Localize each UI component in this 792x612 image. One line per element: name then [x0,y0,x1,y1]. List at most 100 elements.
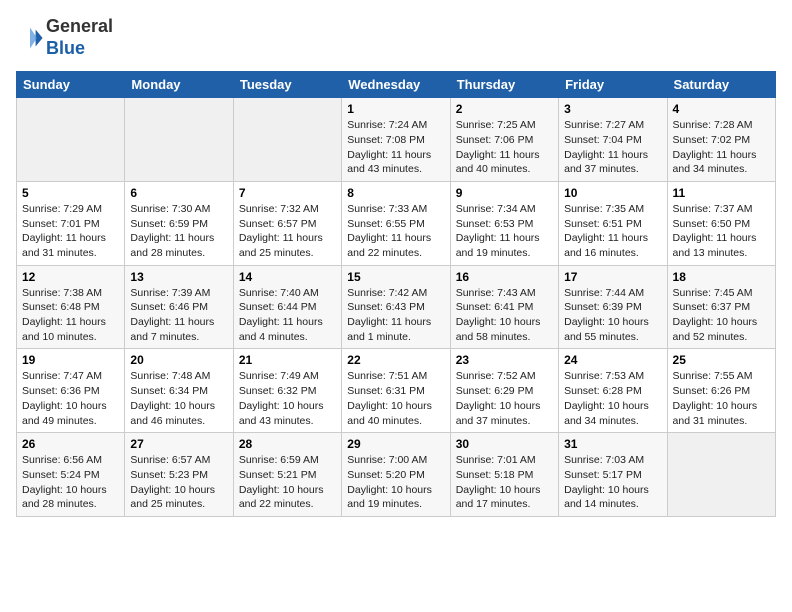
day-number: 21 [239,353,336,367]
calendar-cell [233,98,341,182]
day-number: 26 [22,437,119,451]
day-number: 19 [22,353,119,367]
day-number: 5 [22,186,119,200]
day-number: 11 [673,186,770,200]
day-number: 12 [22,270,119,284]
calendar-week-row: 12 Sunrise: 7:38 AM Sunset: 6:48 PM Dayli… [17,265,776,349]
day-info: Sunrise: 7:38 AM Sunset: 6:48 PM Dayligh… [22,286,119,345]
day-of-week-header: Sunday [17,72,125,98]
calendar-cell: 2Sunrise: 7:25 AM Sunset: 7:06 PM Daylig… [450,98,558,182]
calendar-cell: 18 Sunrise: 7:45 AM Sunset: 6:37 PM Dayli… [667,265,775,349]
day-number: 17 [564,270,661,284]
day-info: Sunrise: 7:33 AM Sunset: 6:55 PM Dayligh… [347,202,444,261]
day-number: 2 [456,102,553,116]
calendar-cell: 27Sunrise: 6:57 AM Sunset: 5:23 PM Dayli… [125,433,233,517]
day-info: Sunrise: 7:55 AM Sunset: 6:26 PM Dayligh… [673,369,770,428]
day-info: Sunrise: 7:00 AM Sunset: 5:20 PM Dayligh… [347,453,444,512]
day-number: 7 [239,186,336,200]
day-number: 24 [564,353,661,367]
day-of-week-header: Monday [125,72,233,98]
calendar-cell: 24 Sunrise: 7:53 AM Sunset: 6:28 PM Dayli… [559,349,667,433]
calendar-table: SundayMondayTuesdayWednesdayThursdayFrid… [16,71,776,517]
calendar-week-row: 5Sunrise: 7:29 AM Sunset: 7:01 PM Daylig… [17,181,776,265]
day-info: Sunrise: 7:52 AM Sunset: 6:29 PM Dayligh… [456,369,553,428]
calendar-cell: 8 Sunrise: 7:33 AM Sunset: 6:55 PM Daylig… [342,181,450,265]
calendar-cell: 16 Sunrise: 7:43 AM Sunset: 6:41 PM Dayli… [450,265,558,349]
calendar-cell: 30 Sunrise: 7:01 AM Sunset: 5:18 PM Dayli… [450,433,558,517]
calendar-cell: 29 Sunrise: 7:00 AM Sunset: 5:20 PM Dayli… [342,433,450,517]
day-number: 25 [673,353,770,367]
calendar-cell: 7 Sunrise: 7:32 AM Sunset: 6:57 PM Daylig… [233,181,341,265]
day-info: Sunrise: 7:37 AM Sunset: 6:50 PM Dayligh… [673,202,770,261]
day-number: 16 [456,270,553,284]
day-number: 10 [564,186,661,200]
calendar-cell: 17 Sunrise: 7:44 AM Sunset: 6:39 PM Dayli… [559,265,667,349]
day-info: Sunrise: 7:34 AM Sunset: 6:53 PM Dayligh… [456,202,553,261]
day-info: Sunrise: 7:01 AM Sunset: 5:18 PM Dayligh… [456,453,553,512]
day-number: 1 [347,102,444,116]
logo-blue-text: Blue [46,38,85,58]
day-number: 4 [673,102,770,116]
day-info: Sunrise: 7:53 AM Sunset: 6:28 PM Dayligh… [564,369,661,428]
calendar-cell: 12 Sunrise: 7:38 AM Sunset: 6:48 PM Dayli… [17,265,125,349]
calendar-cell: 26 Sunrise: 6:56 AM Sunset: 5:24 PM Dayli… [17,433,125,517]
day-number: 8 [347,186,444,200]
day-of-week-header: Saturday [667,72,775,98]
day-number: 13 [130,270,227,284]
calendar-cell: 4 Sunrise: 7:28 AM Sunset: 7:02 PM Daylig… [667,98,775,182]
calendar-week-row: 26 Sunrise: 6:56 AM Sunset: 5:24 PM Dayli… [17,433,776,517]
day-number: 9 [456,186,553,200]
day-info: Sunrise: 7:27 AM Sunset: 7:04 PM Dayligh… [564,118,661,177]
calendar-cell [17,98,125,182]
calendar-cell: 5Sunrise: 7:29 AM Sunset: 7:01 PM Daylig… [17,181,125,265]
calendar-cell: 1Sunrise: 7:24 AM Sunset: 7:08 PM Daylig… [342,98,450,182]
day-info: Sunrise: 7:32 AM Sunset: 6:57 PM Dayligh… [239,202,336,261]
day-number: 3 [564,102,661,116]
day-info: Sunrise: 7:28 AM Sunset: 7:02 PM Dayligh… [673,118,770,177]
calendar-cell: 15 Sunrise: 7:42 AM Sunset: 6:43 PM Dayli… [342,265,450,349]
day-of-week-header: Tuesday [233,72,341,98]
calendar-week-row: 19Sunrise: 7:47 AM Sunset: 6:36 PM Dayli… [17,349,776,433]
day-of-week-header: Wednesday [342,72,450,98]
day-info: Sunrise: 7:44 AM Sunset: 6:39 PM Dayligh… [564,286,661,345]
day-number: 31 [564,437,661,451]
calendar-cell: 10 Sunrise: 7:35 AM Sunset: 6:51 PM Dayli… [559,181,667,265]
day-info: Sunrise: 7:51 AM Sunset: 6:31 PM Dayligh… [347,369,444,428]
calendar-header-row: SundayMondayTuesdayWednesdayThursdayFrid… [17,72,776,98]
day-info: Sunrise: 7:42 AM Sunset: 6:43 PM Dayligh… [347,286,444,345]
day-info: Sunrise: 7:35 AM Sunset: 6:51 PM Dayligh… [564,202,661,261]
day-number: 23 [456,353,553,367]
calendar-cell: 22 Sunrise: 7:51 AM Sunset: 6:31 PM Dayli… [342,349,450,433]
logo-general-text: General [46,16,113,36]
calendar-cell: 19Sunrise: 7:47 AM Sunset: 6:36 PM Dayli… [17,349,125,433]
calendar-cell: 9 Sunrise: 7:34 AM Sunset: 6:53 PM Daylig… [450,181,558,265]
day-of-week-header: Friday [559,72,667,98]
day-info: Sunrise: 6:59 AM Sunset: 5:21 PM Dayligh… [239,453,336,512]
calendar-cell: 13Sunrise: 7:39 AM Sunset: 6:46 PM Dayli… [125,265,233,349]
calendar-cell [667,433,775,517]
day-number: 14 [239,270,336,284]
calendar-cell: 28 Sunrise: 6:59 AM Sunset: 5:21 PM Dayli… [233,433,341,517]
day-number: 30 [456,437,553,451]
logo-icon [16,24,44,52]
day-number: 15 [347,270,444,284]
day-info: Sunrise: 7:45 AM Sunset: 6:37 PM Dayligh… [673,286,770,345]
day-info: Sunrise: 7:03 AM Sunset: 5:17 PM Dayligh… [564,453,661,512]
calendar-cell: 25 Sunrise: 7:55 AM Sunset: 6:26 PM Dayli… [667,349,775,433]
day-info: Sunrise: 7:43 AM Sunset: 6:41 PM Dayligh… [456,286,553,345]
day-of-week-header: Thursday [450,72,558,98]
calendar-cell [125,98,233,182]
day-number: 22 [347,353,444,367]
logo: General Blue [16,16,113,59]
calendar-cell: 6Sunrise: 7:30 AM Sunset: 6:59 PM Daylig… [125,181,233,265]
day-info: Sunrise: 6:56 AM Sunset: 5:24 PM Dayligh… [22,453,119,512]
calendar-cell: 11 Sunrise: 7:37 AM Sunset: 6:50 PM Dayli… [667,181,775,265]
day-number: 27 [130,437,227,451]
day-number: 18 [673,270,770,284]
page-header: General Blue [16,16,776,59]
day-number: 28 [239,437,336,451]
day-number: 29 [347,437,444,451]
calendar-week-row: 1Sunrise: 7:24 AM Sunset: 7:08 PM Daylig… [17,98,776,182]
calendar-cell: 20Sunrise: 7:48 AM Sunset: 6:34 PM Dayli… [125,349,233,433]
calendar-cell: 21Sunrise: 7:49 AM Sunset: 6:32 PM Dayli… [233,349,341,433]
